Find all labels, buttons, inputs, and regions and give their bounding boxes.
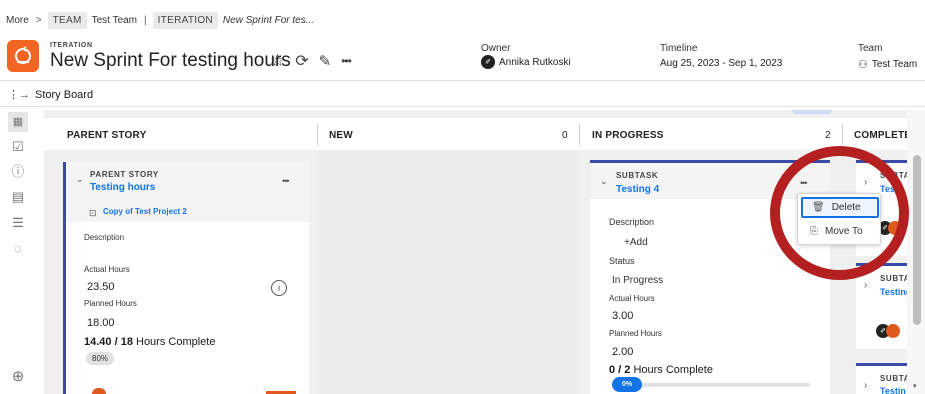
card-type: SUBTA bbox=[880, 374, 910, 383]
description-label: Description bbox=[609, 217, 655, 227]
chevron-right-icon[interactable]: › bbox=[864, 380, 867, 391]
team-label: Team bbox=[858, 43, 883, 54]
breadcrumb-pipe: | bbox=[144, 14, 147, 26]
complete-card[interactable]: › SUBTA Testing ✐ bbox=[856, 263, 911, 349]
page-title: New Sprint For testing hours bbox=[50, 50, 291, 71]
column-header-in-progress: IN PROGRESS bbox=[592, 130, 664, 141]
card-more-icon[interactable]: ••• bbox=[282, 176, 290, 186]
header-caption: ITERATION bbox=[50, 42, 93, 49]
team-icon: ⚇ bbox=[858, 59, 868, 71]
hours-complete-text: Hours Complete bbox=[136, 336, 216, 348]
timeline-value: Aug 25, 2023 - Sep 1, 2023 bbox=[660, 58, 783, 69]
progress-badge: 80% bbox=[86, 352, 115, 365]
column-header-strip bbox=[44, 118, 925, 150]
storyboard-label: Story Board bbox=[35, 88, 94, 101]
comment-icon[interactable]: ◌ bbox=[11, 242, 25, 256]
star-icon[interactable]: ☆ bbox=[270, 51, 285, 71]
refresh-icon[interactable]: ⟳ bbox=[295, 51, 308, 71]
chevron-right-icon[interactable]: › bbox=[864, 280, 867, 291]
checklist-icon[interactable]: ☑ bbox=[11, 140, 25, 154]
actual-hours-value: 23.50 bbox=[87, 281, 115, 293]
header-divider bbox=[0, 80, 925, 81]
planned-hours-label: Planned Hours bbox=[84, 299, 137, 308]
team-name: Test Team bbox=[871, 59, 918, 70]
owner-label: Owner bbox=[481, 43, 511, 54]
column-header-new: NEW bbox=[329, 130, 353, 141]
hours-complete-ratio: 14.40 / 18 bbox=[84, 336, 133, 348]
team-value[interactable]: ⚇ Test Team bbox=[858, 58, 917, 71]
more-icon[interactable]: ••• bbox=[341, 54, 352, 68]
parent-story-card[interactable]: ⌄ PARENT STORY Testing hours ••• ⊡ Copy … bbox=[63, 162, 309, 394]
column-divider bbox=[317, 124, 318, 146]
card-type: SUBTASK bbox=[616, 171, 659, 180]
breadcrumb: More > TEAM Test Team | ITERATION New Sp… bbox=[6, 10, 314, 30]
card-title-link[interactable]: Testing 4 bbox=[616, 184, 659, 195]
breadcrumb-iteration-link[interactable]: New Sprint For tes... bbox=[223, 15, 314, 26]
project-icon: ⊡ bbox=[89, 208, 97, 218]
project-link[interactable]: Copy of Test Project 2 bbox=[103, 207, 187, 216]
header-actions: ☆ ⟳ ✎ ••• bbox=[270, 51, 352, 71]
breadcrumb-more[interactable]: More bbox=[6, 15, 29, 26]
breadcrumb-iteration-tag: ITERATION bbox=[152, 11, 218, 29]
actual-hours-label: Actual Hours bbox=[609, 294, 655, 303]
hours-complete: 14.40 / 18 Hours Complete bbox=[84, 336, 215, 348]
breadcrumb-team-tag: TEAM bbox=[47, 11, 87, 29]
board-scrollbar[interactable]: ▾ bbox=[907, 110, 925, 394]
description-label: Description bbox=[84, 233, 125, 242]
column-divider bbox=[579, 124, 580, 146]
avatar bbox=[886, 324, 900, 338]
planned-hours-value: 2.00 bbox=[612, 346, 634, 358]
owner-name: Annika Rutkoski bbox=[499, 56, 571, 68]
scrollbar-thumb[interactable] bbox=[913, 155, 921, 325]
breadcrumb-separator-icon: > bbox=[35, 14, 42, 26]
highlight-circle bbox=[770, 146, 909, 280]
progress-badge: 0% bbox=[612, 377, 642, 392]
hours-complete-ratio: 0 / 2 bbox=[609, 364, 631, 376]
owner-avatar: ✐ bbox=[481, 55, 495, 69]
add-description-link[interactable]: +Add bbox=[624, 237, 648, 248]
hours-complete: 0 / 2 Hours Complete bbox=[609, 364, 713, 376]
list-icon[interactable]: ☰ bbox=[11, 216, 25, 230]
new-column-body bbox=[319, 150, 577, 394]
storyboard-icon: ⋮→ bbox=[8, 89, 30, 101]
card-type: SUBTA bbox=[880, 274, 910, 283]
chevron-down-icon[interactable]: ⌄ bbox=[76, 174, 84, 185]
breadcrumb-team-link[interactable]: Test Team bbox=[92, 15, 137, 26]
owner-value[interactable]: ✐ Annika Rutkoski bbox=[481, 55, 571, 69]
timeline-label: Timeline bbox=[660, 43, 698, 54]
storyboard-divider bbox=[0, 106, 925, 107]
info-icon[interactable]: i bbox=[271, 280, 287, 296]
left-toolbar: ▦ ☑ ⓘ ▤ ☰ ◌ ⊕ bbox=[0, 108, 34, 394]
actual-hours-value: 3.00 bbox=[612, 310, 634, 322]
card-title-link[interactable]: Testin bbox=[880, 386, 906, 394]
planned-hours-label: Planned Hours bbox=[609, 329, 662, 338]
board-view-icon[interactable]: ▦ bbox=[8, 112, 28, 132]
card-title-link[interactable]: Testing hours bbox=[90, 182, 155, 193]
storyboard-toggle[interactable]: ⋮→ Story Board bbox=[8, 88, 94, 102]
iteration-icon bbox=[7, 40, 39, 72]
scroll-hint bbox=[792, 110, 832, 114]
document-icon[interactable]: ▤ bbox=[11, 190, 25, 204]
column-count-new: 0 bbox=[562, 130, 568, 141]
planned-hours-value: 18.00 bbox=[87, 317, 115, 329]
column-divider bbox=[842, 124, 843, 146]
avatar bbox=[92, 388, 106, 394]
status-value[interactable]: In Progress bbox=[612, 275, 663, 286]
column-header-complete: COMPLETE bbox=[854, 130, 912, 141]
status-label: Status bbox=[609, 256, 635, 266]
hours-complete-text: Hours Complete bbox=[633, 364, 713, 376]
card-type: PARENT STORY bbox=[90, 170, 159, 179]
scroll-down-icon[interactable]: ▾ bbox=[913, 382, 917, 390]
add-icon[interactable]: ⊕ bbox=[11, 369, 25, 384]
actual-hours-label: Actual Hours bbox=[84, 265, 130, 274]
complete-card[interactable]: › SUBTA Testin bbox=[856, 363, 909, 394]
column-count-in-progress: 2 bbox=[825, 130, 831, 141]
column-header-parent-story: PARENT STORY bbox=[67, 130, 147, 141]
chevron-down-icon[interactable]: ⌄ bbox=[600, 176, 608, 187]
alert-icon[interactable]: ⓘ bbox=[11, 165, 25, 179]
pencil-icon[interactable]: ✎ bbox=[319, 52, 332, 70]
